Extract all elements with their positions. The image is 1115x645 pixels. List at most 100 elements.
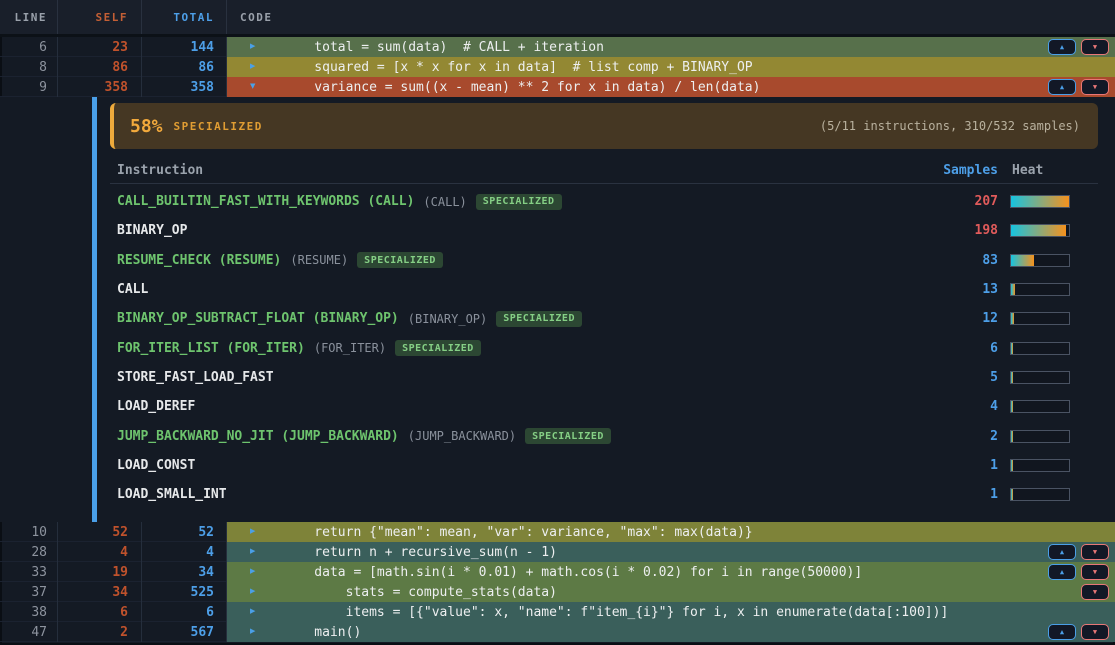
heat-bar-fill (1011, 343, 1013, 354)
expand-arrow-icon[interactable]: ▶ (250, 588, 255, 597)
column-header-line[interactable]: LINE (0, 0, 58, 34)
column-header-code[interactable]: CODE (227, 0, 1115, 34)
instruction-row: JUMP_BACKWARD_NO_JIT (JUMP_BACKWARD) (JU… (110, 421, 1098, 450)
instruction-samples: 207 (958, 194, 998, 209)
instruction-row: CALL_BUILTIN_FAST_WITH_KEYWORDS (CALL) (… (110, 187, 1098, 216)
code-cell[interactable]: ▶ items = [{"value": x, "name": f"item_{… (227, 602, 1115, 622)
code-cell[interactable]: ▶ stats = compute_stats(data) ▼ (227, 582, 1115, 602)
jump-down-button[interactable]: ▼ (1081, 39, 1109, 55)
heat-cell (998, 430, 1098, 443)
code-line-row: 6 23 144 ▶ total = sum(data) # CALL + it… (0, 37, 1115, 57)
jump-down-button[interactable]: ▼ (1081, 544, 1109, 560)
heat-cell (998, 371, 1098, 384)
instruction-row: FOR_ITER_LIST (FOR_ITER) (FOR_ITER) SPEC… (110, 333, 1098, 362)
jump-up-button[interactable]: ▲ (1048, 79, 1076, 95)
expand-arrow-icon[interactable]: ▶ (250, 528, 255, 537)
total-samples: 34 (142, 562, 227, 582)
instruction-name: FOR_ITER_LIST (FOR_ITER) (117, 341, 305, 356)
jump-down-button[interactable]: ▼ (1081, 564, 1109, 580)
expand-arrow-icon[interactable]: ▶ (250, 43, 255, 52)
specialized-badge: SPECIALIZED (496, 311, 582, 327)
instruction-name-group: FOR_ITER_LIST (FOR_ITER) (FOR_ITER) SPEC… (117, 340, 481, 356)
source-code-text: main() (227, 625, 361, 640)
jump-up-button[interactable]: ▲ (1048, 39, 1076, 55)
column-header-samples[interactable]: Samples (943, 163, 998, 178)
nav-buttons: ▲ ▼ (1048, 624, 1109, 640)
nav-buttons: ▲ ▼ (1048, 39, 1109, 55)
self-samples: 358 (58, 77, 142, 97)
column-header-total[interactable]: TOTAL (142, 0, 227, 34)
heat-cell (998, 400, 1098, 413)
line-number: 6 (0, 37, 58, 57)
self-samples: 6 (58, 602, 142, 622)
instruction-table-body: CALL_BUILTIN_FAST_WITH_KEYWORDS (CALL) (… (110, 187, 1098, 509)
jump-down-button[interactable]: ▼ (1081, 79, 1109, 95)
heat-bar-fill (1011, 284, 1015, 295)
instruction-name-group: RESUME_CHECK (RESUME) (RESUME) SPECIALIZ… (117, 252, 443, 268)
instruction-samples: 5 (958, 370, 998, 385)
source-code-text: items = [{"value": x, "name": f"item_{i}… (227, 605, 948, 620)
expand-arrow-icon[interactable]: ▶ (250, 568, 255, 577)
source-code-text: total = sum(data) # CALL + iteration (227, 40, 604, 55)
total-samples: 144 (142, 37, 227, 57)
heat-cell (998, 459, 1098, 472)
instruction-name: CALL_BUILTIN_FAST_WITH_KEYWORDS (CALL) (117, 194, 414, 209)
table-header: LINE SELF TOTAL CODE (0, 0, 1115, 37)
code-line-row: 8 86 86 ▶ squared = [x * x for x in data… (0, 57, 1115, 77)
expand-arrow-icon[interactable]: ▶ (250, 548, 255, 557)
source-code-text: variance = sum((x - mean) ** 2 for x in … (227, 80, 760, 95)
instruction-name-group: CALL_BUILTIN_FAST_WITH_KEYWORDS (CALL) (… (117, 194, 562, 210)
jump-up-button[interactable]: ▲ (1048, 544, 1076, 560)
instruction-samples: 13 (958, 282, 998, 297)
expand-arrow-icon[interactable]: ▼ (250, 83, 255, 92)
column-header-self[interactable]: SELF (58, 0, 142, 34)
instruction-row: LOAD_SMALL_INT 1 (110, 480, 1098, 509)
line-number: 33 (0, 562, 58, 582)
heat-bar-fill (1011, 313, 1014, 324)
heat-cell (998, 195, 1098, 208)
source-code-text: return n + recursive_sum(n - 1) (227, 545, 557, 560)
code-cell[interactable]: ▼ variance = sum((x - mean) ** 2 for x i… (227, 77, 1115, 97)
instruction-name-group: BINARY_OP_SUBTRACT_FLOAT (BINARY_OP) (BI… (117, 311, 582, 327)
heat-bar (1010, 488, 1070, 501)
heat-bar (1010, 430, 1070, 443)
self-samples: 19 (58, 562, 142, 582)
instruction-table-header: Instruction Samples Heat (110, 157, 1098, 184)
instruction-name: LOAD_CONST (117, 458, 195, 473)
jump-down-button[interactable]: ▼ (1081, 624, 1109, 640)
heat-bar (1010, 342, 1070, 355)
heat-cell (998, 254, 1098, 267)
expand-arrow-icon[interactable]: ▶ (250, 608, 255, 617)
code-line-row: 38 6 6 ▶ items = [{"value": x, "name": f… (0, 602, 1115, 622)
expand-arrow-icon[interactable]: ▶ (250, 628, 255, 637)
total-samples: 567 (142, 622, 227, 642)
code-cell[interactable]: ▶ squared = [x * x for x in data] # list… (227, 57, 1115, 77)
jump-up-button[interactable]: ▲ (1048, 564, 1076, 580)
code-cell[interactable]: ▶ main() ▲ ▼ (227, 622, 1115, 642)
code-cell[interactable]: ▶ return {"mean": mean, "var": variance,… (227, 522, 1115, 542)
heat-bar-fill (1011, 431, 1013, 442)
instruction-name-group: CALL (117, 282, 148, 297)
instruction-samples: 198 (958, 223, 998, 238)
total-samples: 6 (142, 602, 227, 622)
source-code-text: data = [math.sin(i * 0.01) + math.cos(i … (227, 565, 862, 580)
generic-opcode: (BINARY_OP) (408, 312, 487, 326)
total-samples: 4 (142, 542, 227, 562)
heat-bar-fill (1011, 489, 1013, 500)
total-samples: 52 (142, 522, 227, 542)
line-number: 10 (0, 522, 58, 542)
instruction-name-group: LOAD_SMALL_INT (117, 487, 227, 502)
jump-up-button[interactable]: ▲ (1048, 624, 1076, 640)
instruction-samples: 4 (958, 399, 998, 414)
code-cell[interactable]: ▶ data = [math.sin(i * 0.01) + math.cos(… (227, 562, 1115, 582)
specialization-summary: (5/11 instructions, 310/532 samples) (820, 119, 1080, 133)
self-samples: 52 (58, 522, 142, 542)
expand-arrow-icon[interactable]: ▶ (250, 63, 255, 72)
code-cell[interactable]: ▶ return n + recursive_sum(n - 1) ▲ ▼ (227, 542, 1115, 562)
code-line-row: 9 358 358 ▼ variance = sum((x - mean) **… (0, 77, 1115, 97)
code-rows-top: 6 23 144 ▶ total = sum(data) # CALL + it… (0, 37, 1115, 97)
jump-down-button[interactable]: ▼ (1081, 584, 1109, 600)
instruction-name-group: JUMP_BACKWARD_NO_JIT (JUMP_BACKWARD) (JU… (117, 428, 611, 444)
total-samples: 86 (142, 57, 227, 77)
code-cell[interactable]: ▶ total = sum(data) # CALL + iteration ▲… (227, 37, 1115, 57)
